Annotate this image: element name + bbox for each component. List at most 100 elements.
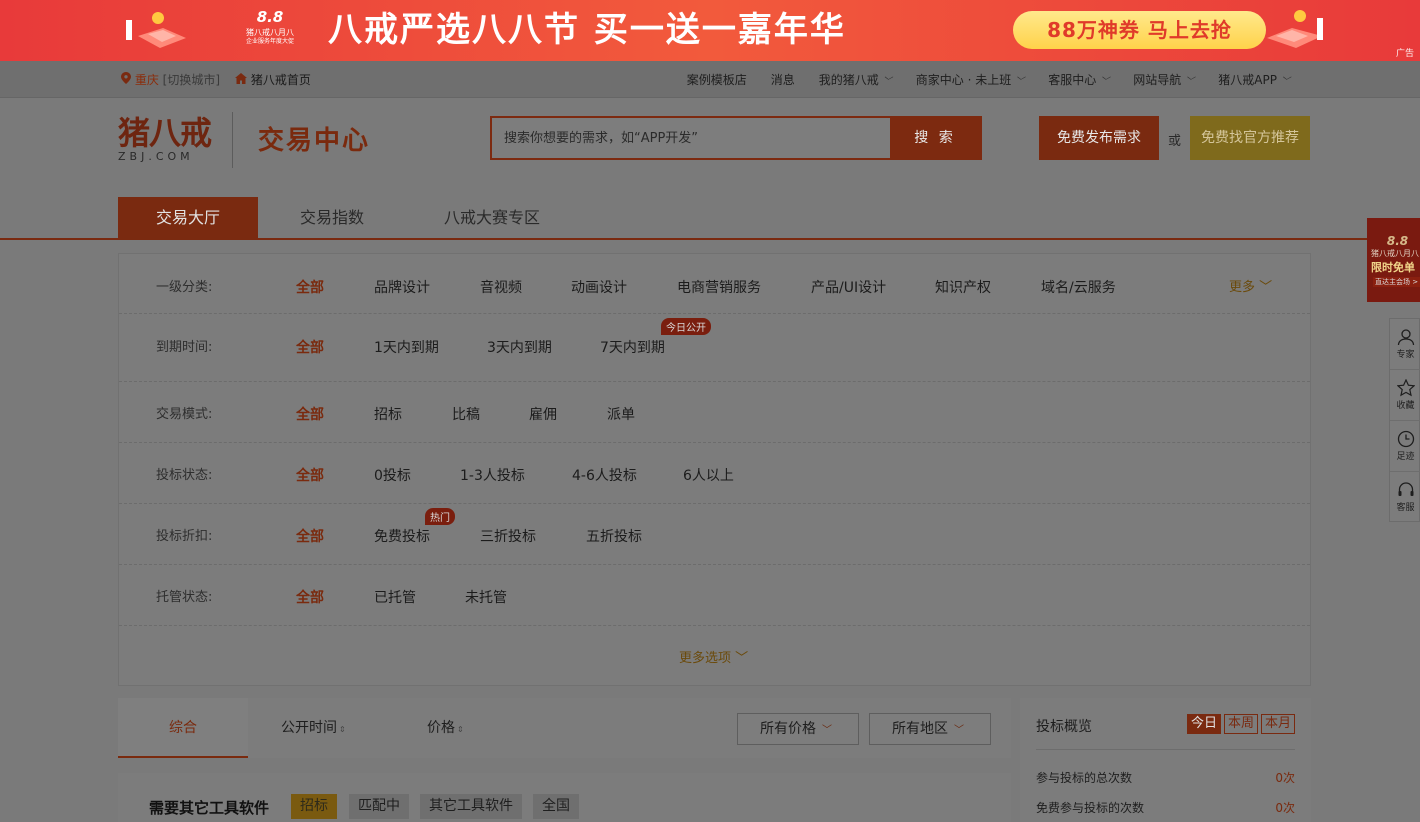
banner-cta-button[interactable]: 88万神券 马上去抢: [1013, 11, 1266, 49]
filter-label: 投标折扣:: [156, 529, 213, 544]
side-promo[interactable]: 8.8 猪八戒八月八 限时免单 直达主会场 >: [1367, 218, 1420, 302]
filter-option[interactable]: 全部: [296, 587, 324, 607]
listing-category-badge: 其它工具软件: [420, 794, 522, 819]
filter-option[interactable]: 五折投标: [586, 526, 642, 546]
logo-chinese: 猪八戒: [118, 114, 212, 152]
chevron-down-icon: ﹀: [731, 651, 749, 666]
period-today[interactable]: 今日: [1186, 714, 1221, 734]
filter-option[interactable]: 比稿: [452, 404, 480, 424]
case-template-link[interactable]: 案例模板店: [687, 71, 747, 88]
sort-price[interactable]: 价格 ⇕: [427, 698, 464, 758]
location-selector[interactable]: 重庆 [切换城市]: [121, 71, 220, 88]
filter-option[interactable]: 免费投标: [374, 526, 430, 546]
current-city: 重庆: [134, 73, 159, 87]
filter-option[interactable]: 全部: [296, 465, 324, 485]
site-nav-menu[interactable]: 网站导航 ﹀: [1133, 71, 1194, 88]
my-zbj-label: 我的猪八戒: [818, 73, 879, 87]
filter-option[interactable]: 派单: [607, 404, 635, 424]
filter-option[interactable]: 全部: [296, 404, 324, 424]
event-logo-number: 8.8: [256, 8, 284, 26]
zbj-logo[interactable]: 猪八戒 ZBJ.COM: [118, 116, 213, 168]
search-box: 搜 索: [490, 116, 982, 160]
filter-option[interactable]: 产品/UI设计: [811, 277, 886, 297]
listing-title[interactable]: 需要其它工具软件: [149, 797, 269, 818]
page-title: 交易中心: [258, 126, 371, 156]
stat-value: 0次: [1275, 771, 1295, 785]
chevron-down-icon: ﹀: [1100, 77, 1110, 87]
official-recommend-button[interactable]: 免费找官方推荐: [1190, 116, 1310, 160]
filter-option[interactable]: 动画设计: [571, 277, 627, 297]
sidebar-item-service[interactable]: 客服: [1390, 472, 1420, 523]
list-item[interactable]: 需要其它工具软件 招标 匹配中 其它工具软件 全国: [118, 773, 1011, 822]
event-logo: 8.8 猪八戒八月八 企业服务年度大促: [238, 6, 302, 56]
customer-service-label: 客服中心: [1048, 73, 1097, 87]
filter-option[interactable]: 6人以上: [683, 465, 734, 485]
home-link-label: 猪八戒首页: [250, 73, 311, 87]
period-month[interactable]: 本月: [1260, 714, 1295, 734]
filter-option[interactable]: 全部: [296, 337, 324, 357]
period-week[interactable]: 本周: [1223, 714, 1258, 734]
merchant-center-menu[interactable]: 商家中心 · 未上班 ﹀: [916, 71, 1024, 88]
stat-row: 参与投标的总次数 0次: [1036, 769, 1295, 786]
messages-link[interactable]: 消息: [771, 71, 795, 88]
hot-tag: 热门: [425, 508, 455, 525]
home-link[interactable]: 猪八戒首页: [235, 71, 311, 88]
sidebar-item-history[interactable]: 足迹: [1390, 421, 1420, 472]
logo-divider: [232, 112, 233, 168]
filter-option[interactable]: 招标: [374, 404, 402, 424]
filter-option[interactable]: 7天内到期: [600, 337, 665, 357]
price-dropdown[interactable]: 所有价格 ﹀: [737, 713, 859, 745]
filter-row-bid-discount: 投标折扣: 全部 免费投标 三折投标 五折投标 热门: [119, 504, 1310, 565]
price-dropdown-label: 所有价格: [760, 721, 816, 737]
filter-option[interactable]: 未托管: [465, 587, 507, 607]
main-tabs: 交易大厅 交易指数 八戒大赛专区: [0, 197, 1420, 240]
filter-row-escrow: 托管状态: 全部 已托管 未托管: [119, 565, 1310, 626]
sidebar-item-favorites[interactable]: 收藏: [1390, 370, 1420, 421]
filter-option[interactable]: 已托管: [374, 587, 416, 607]
tab-trading-index[interactable]: 交易指数: [280, 197, 384, 238]
filter-option[interactable]: 全部: [296, 526, 324, 546]
ad-label: 广告: [1395, 49, 1414, 59]
site-nav-label: 网站导航: [1133, 73, 1182, 87]
sort-comprehensive[interactable]: 综合: [118, 698, 248, 758]
side-promo-line1: 猪八戒八月八: [1371, 249, 1419, 258]
filter-option[interactable]: 全部: [296, 277, 324, 297]
my-zbj-menu[interactable]: 我的猪八戒 ﹀: [819, 71, 892, 88]
filter-option[interactable]: 域名/云服务: [1041, 277, 1116, 297]
sort-publish-time[interactable]: 公开时间 ⇕: [281, 698, 346, 758]
more-categories-button[interactable]: 更多 ﹀: [1229, 276, 1272, 295]
filter-option[interactable]: 0投标: [374, 465, 411, 485]
sidebar-item-label: 客服: [1396, 503, 1415, 513]
top-navigation: 重庆 [切换城市] 猪八戒首页 案例模板店 消息 我的猪八戒 ﹀ 商家中心 · 未…: [0, 61, 1420, 98]
filter-option[interactable]: 品牌设计: [374, 277, 430, 297]
filter-option[interactable]: 电商营销服务: [677, 277, 761, 297]
filter-option[interactable]: 知识产权: [935, 277, 991, 297]
app-menu[interactable]: 猪八戒APP ﹀: [1218, 71, 1290, 88]
filter-option[interactable]: 1天内到期: [374, 337, 439, 357]
search-button[interactable]: 搜 索: [890, 118, 980, 158]
event-logo-line1: 猪八戒八月八: [246, 28, 294, 37]
headset-icon: [1398, 482, 1413, 496]
switch-city-link[interactable]: [切换城市]: [163, 73, 220, 87]
floating-sidebar: 专家 收藏 足迹 客服: [1389, 318, 1420, 522]
customer-service-menu[interactable]: 客服中心 ﹀: [1048, 71, 1109, 88]
filter-option[interactable]: 3天内到期: [487, 337, 552, 357]
search-input[interactable]: [492, 118, 890, 158]
sidebar-item-expert[interactable]: 专家: [1390, 319, 1420, 370]
filter-option[interactable]: 三折投标: [480, 526, 536, 546]
more-options-button[interactable]: 更多选项 ﹀: [679, 647, 748, 666]
filter-option[interactable]: 4-6人投标: [572, 465, 637, 485]
chevron-down-icon: ﹀: [1255, 280, 1273, 295]
promo-banner[interactable]: 8.8 猪八戒八月八 企业服务年度大促 八戒严选八八节 买一送一嘉年华 88万神…: [0, 0, 1420, 61]
filter-label: 投标状态:: [156, 468, 213, 483]
publish-demand-button[interactable]: 免费发布需求: [1039, 116, 1159, 160]
tab-trading-hall[interactable]: 交易大厅: [118, 197, 258, 238]
region-dropdown[interactable]: 所有地区 ﹀: [869, 713, 991, 745]
side-promo-number: 8.8: [1386, 234, 1409, 248]
filter-option[interactable]: 雇佣: [529, 404, 557, 424]
filter-option[interactable]: 音视频: [480, 277, 522, 297]
filter-row-category: 一级分类: 全部 品牌设计 音视频 动画设计 电商营销服务 产品/UI设计 知识…: [119, 254, 1310, 314]
or-separator: 或: [1168, 134, 1182, 149]
tab-contest-zone[interactable]: 八戒大赛专区: [430, 197, 554, 238]
filter-option[interactable]: 1-3人投标: [460, 465, 525, 485]
